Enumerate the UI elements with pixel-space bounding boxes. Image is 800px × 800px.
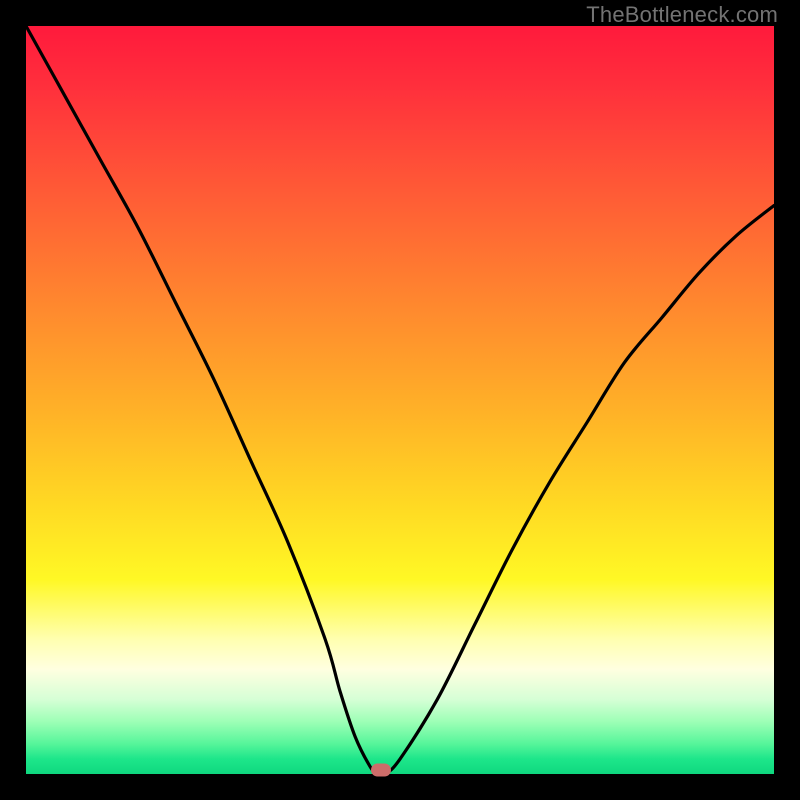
watermark-text: TheBottleneck.com — [586, 2, 778, 28]
chart-plot-area — [26, 26, 774, 774]
minimum-marker — [371, 764, 391, 777]
chart-frame: TheBottleneck.com — [0, 0, 800, 800]
bottleneck-curve — [26, 26, 774, 774]
